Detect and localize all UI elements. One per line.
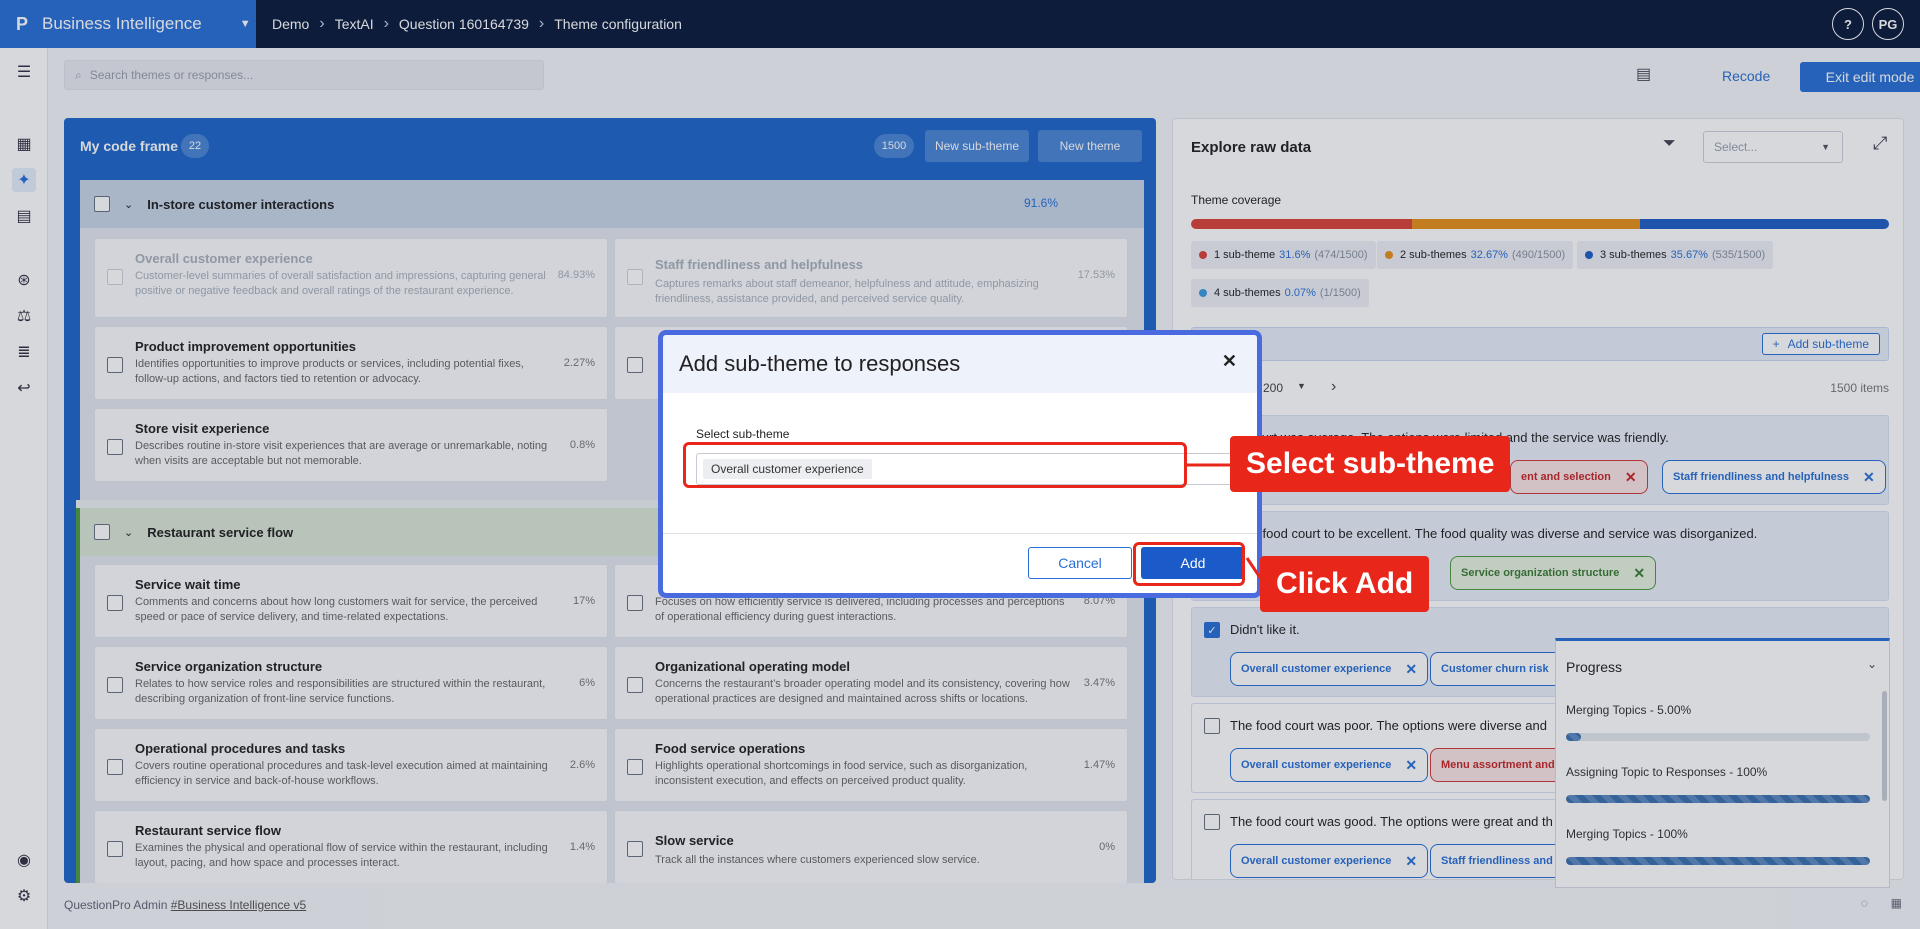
modal-title: Add sub-theme to responses [679, 351, 961, 376]
highlight-select [683, 442, 1187, 488]
modal-divider [663, 533, 1257, 534]
select-subtheme-label: Select sub-theme [696, 427, 790, 441]
callout-arrow [1187, 463, 1232, 467]
select-subtheme-callout: Select sub-theme [1230, 436, 1511, 492]
highlight-add [1133, 542, 1245, 586]
cancel-button[interactable]: Cancel [1028, 547, 1132, 579]
modal-header: Add sub-theme to responses ✕ [663, 335, 1257, 393]
close-icon[interactable]: ✕ [1222, 351, 1237, 372]
click-add-callout: Click Add [1260, 556, 1430, 612]
